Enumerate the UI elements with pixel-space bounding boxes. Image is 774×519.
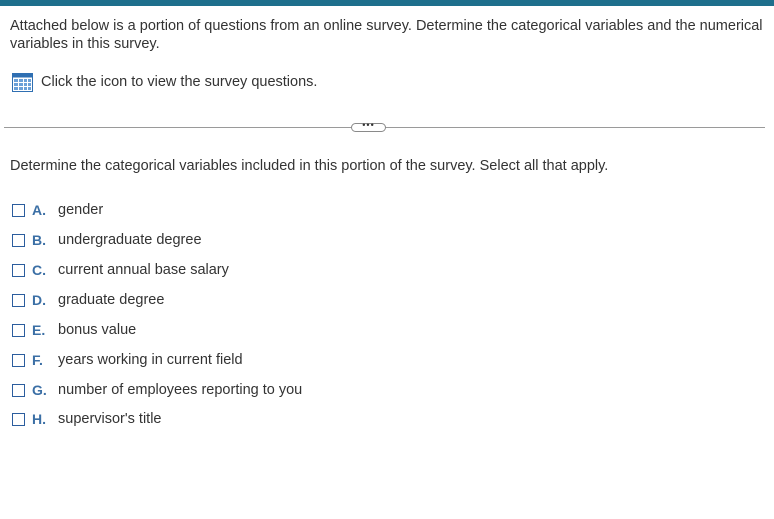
expand-button-dots: ••• [362,120,375,130]
option-h-checkbox[interactable] [12,412,25,426]
option-c-checkbox[interactable] [12,263,25,277]
expand-button[interactable]: ••• [351,120,386,132]
option-a[interactable]: A. gender [12,200,103,220]
view-survey-label: Click the icon to view the survey questi… [41,74,318,90]
top-accent-bar [0,0,774,6]
option-f-letter: F. [32,352,43,368]
option-a-text: gender [58,202,104,218]
option-h-text: supervisor's title [58,411,162,427]
option-d-letter: D. [32,292,46,308]
option-f-text: years working in current field [58,352,243,368]
table-grid-icon[interactable] [12,72,33,92]
option-g-text: number of employees reporting to you [58,382,303,398]
option-d-text: graduate degree [58,292,165,308]
option-b-checkbox[interactable] [12,233,25,247]
option-g[interactable]: G. number of employees reporting to you [12,380,302,400]
option-g-letter: G. [32,382,47,398]
option-f-checkbox[interactable] [12,353,25,367]
option-e-letter: E. [32,322,46,338]
option-e[interactable]: E. bonus value [12,320,136,340]
option-b[interactable]: B. undergraduate degree [12,230,202,250]
option-a-checkbox[interactable] [12,203,25,217]
option-c-letter: C. [32,262,46,278]
question-prompt: Determine the categorical variables incl… [10,158,609,174]
option-g-checkbox[interactable] [12,383,25,397]
option-d-checkbox[interactable] [12,293,25,307]
option-h-letter: H. [32,411,46,427]
option-d[interactable]: D. graduate degree [12,290,164,310]
option-a-letter: A. [32,202,46,218]
option-c[interactable]: C. current annual base salary [12,260,229,280]
view-survey-link[interactable]: Click the icon to view the survey questi… [12,72,317,92]
option-e-checkbox[interactable] [12,323,25,337]
option-f[interactable]: F. years working in current field [12,350,243,370]
option-c-text: current annual base salary [58,262,229,278]
intro-text: Attached below is a portion of questions… [10,18,763,52]
option-b-text: undergraduate degree [58,232,202,248]
option-e-text: bonus value [58,322,137,338]
option-b-letter: B. [32,232,46,248]
option-h[interactable]: H. supervisor's title [12,409,162,429]
